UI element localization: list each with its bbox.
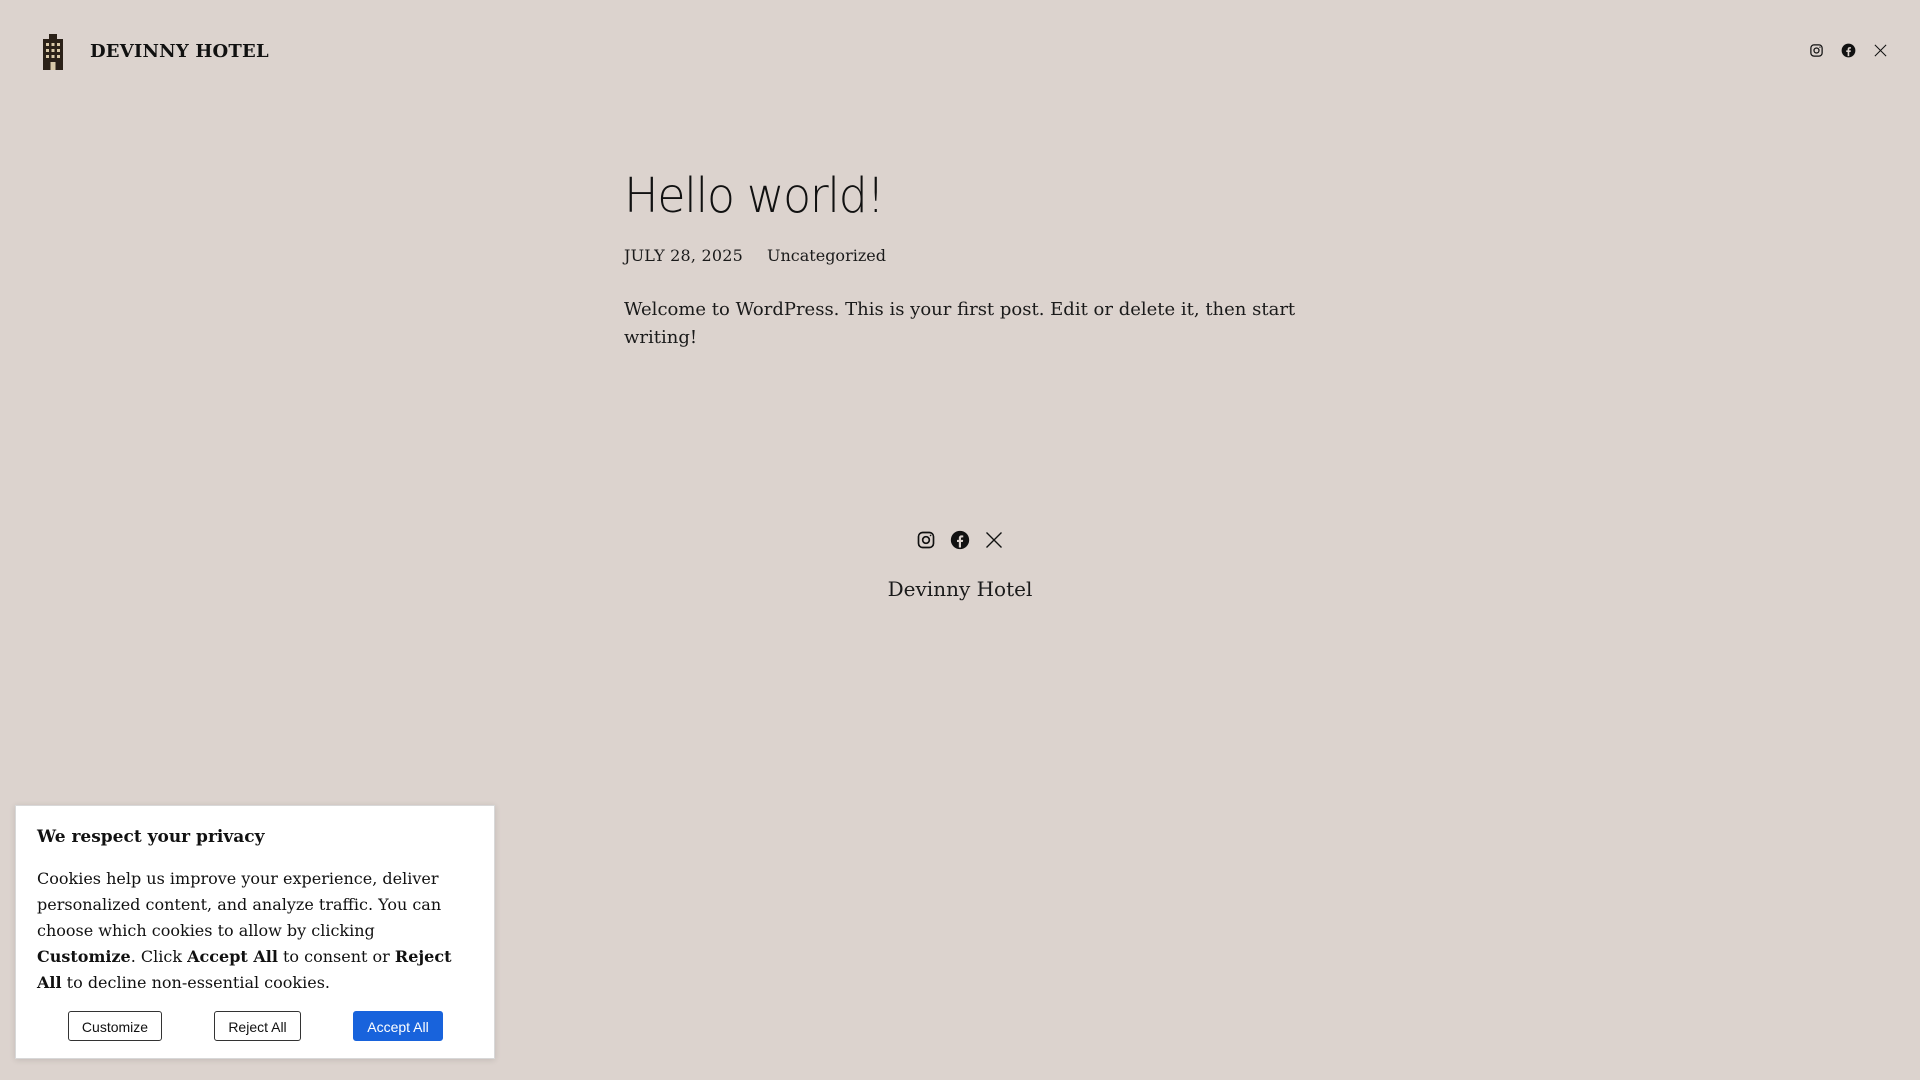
- header-social-links: [1808, 42, 1888, 58]
- cookie-text-part: Cookies help us improve your experience,…: [37, 869, 442, 940]
- site-title[interactable]: DEVINNY HOTEL: [90, 34, 269, 70]
- site-header: DEVINNY HOTEL: [0, 0, 1920, 106]
- cookie-text-bold-accept: Accept All: [187, 947, 278, 966]
- cookie-text-part: to consent or: [277, 947, 395, 966]
- facebook-icon: [1841, 43, 1855, 57]
- footer-social-links: [0, 524, 1920, 556]
- cookie-banner-title: We respect your privacy: [37, 827, 265, 847]
- post-meta: JULY 28, 2025 Uncategorized: [624, 244, 1344, 268]
- site-brand-link[interactable]: DEVINNY HOTEL: [40, 34, 269, 70]
- header-facebook-link[interactable]: [1840, 42, 1856, 58]
- post-date: JULY 28, 2025: [624, 246, 743, 265]
- header-instagram-link[interactable]: [1808, 42, 1824, 58]
- post-category-link[interactable]: Uncategorized: [767, 244, 886, 268]
- site-footer: Devinny Hotel: [0, 524, 1920, 604]
- x-icon: [986, 532, 1002, 548]
- cookie-accept-all-button[interactable]: Accept All: [353, 1011, 443, 1041]
- post: Hello world! JULY 28, 2025 Uncategorized…: [624, 160, 1344, 352]
- cookie-consent-banner: We respect your privacy Cookies help us …: [15, 805, 495, 1059]
- cookie-text-bold-customize: Customize: [37, 947, 131, 966]
- footer-site-title: Devinny Hotel: [887, 577, 1033, 601]
- cookie-text-part: to decline non-essential cookies.: [61, 973, 330, 992]
- post-title: Hello world!: [624, 168, 885, 224]
- cookie-text-part: . Click: [130, 947, 188, 966]
- building-icon: [43, 34, 63, 70]
- cookie-actions: Customize Reject All Accept All: [16, 1011, 494, 1041]
- footer-instagram-link[interactable]: [915, 524, 937, 556]
- instagram-icon: [1809, 43, 1823, 57]
- cookie-reject-all-button[interactable]: Reject All: [214, 1011, 301, 1041]
- facebook-icon: [950, 530, 970, 550]
- cookie-banner-text: Cookies help us improve your experience,…: [37, 866, 474, 996]
- footer-x-link[interactable]: [983, 524, 1005, 556]
- cookie-customize-button[interactable]: Customize: [68, 1011, 162, 1041]
- instagram-icon: [917, 531, 935, 549]
- footer-facebook-link[interactable]: [949, 524, 971, 556]
- x-icon: [1874, 44, 1886, 56]
- post-content: Welcome to WordPress. This is your first…: [624, 299, 1296, 348]
- header-x-link[interactable]: [1872, 42, 1888, 58]
